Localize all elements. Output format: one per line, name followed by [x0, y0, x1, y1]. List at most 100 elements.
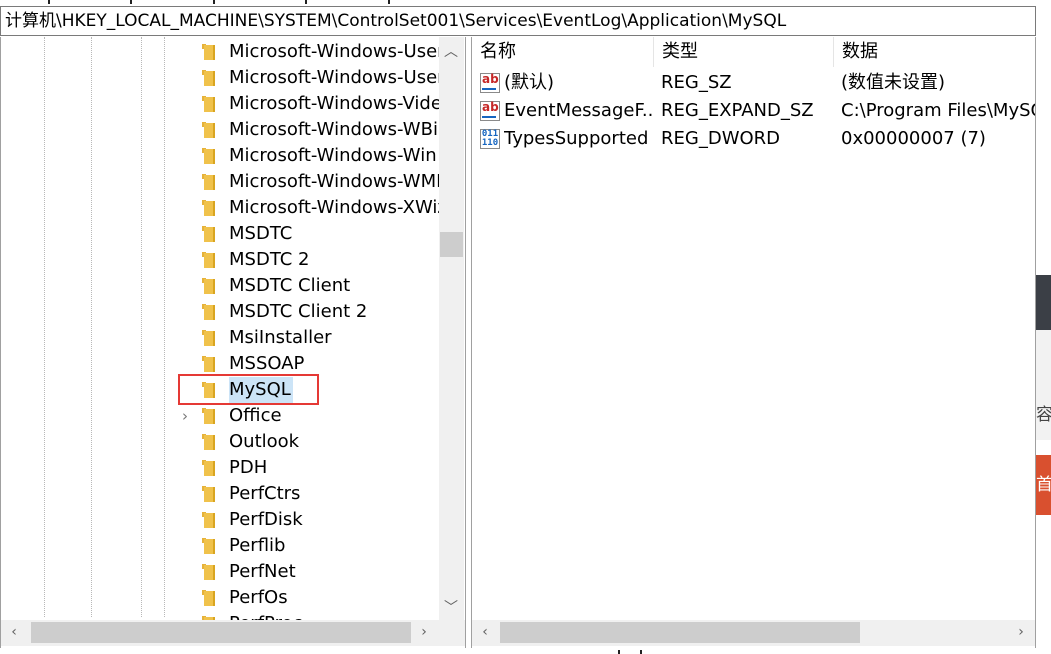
- value-row[interactable]: 011 110 TypesSupported REG_DWORD 0x000000…: [472, 125, 1035, 153]
- tree-item-label: Microsoft-Windows-User: [229, 67, 440, 88]
- value-type: REG_EXPAND_SZ: [661, 100, 814, 121]
- values-horizontal-scrollbar[interactable]: ‹ ›: [472, 620, 1035, 646]
- tree-item[interactable]: Perflib: [178, 533, 440, 559]
- column-header-data[interactable]: 数据: [834, 37, 1035, 67]
- folder-icon: [202, 538, 215, 554]
- tree-item[interactable]: MSDTC: [178, 221, 440, 247]
- chevron-down-icon[interactable]: ﹀: [440, 597, 462, 617]
- tree-item[interactable]: MSDTC Client: [178, 273, 440, 299]
- column-header-name[interactable]: 名称: [472, 37, 654, 67]
- folder-icon: [202, 122, 215, 138]
- value-type: REG_SZ: [661, 72, 732, 93]
- chevron-left-icon[interactable]: ‹: [3, 624, 25, 640]
- value-type: REG_DWORD: [661, 128, 781, 149]
- tree-item-label: Perflib: [229, 535, 286, 556]
- folder-icon: [202, 174, 215, 190]
- value-name: TypesSupported: [504, 128, 649, 149]
- chevron-right-icon[interactable]: ›: [1010, 624, 1032, 640]
- chevron-up-icon[interactable]: ︿: [440, 41, 462, 61]
- tree-item-label: Microsoft-Windows-WMI: [229, 171, 440, 192]
- tree-item[interactable]: Microsoft-Windows-Win: [178, 143, 440, 169]
- tree-item-label: Outlook: [229, 431, 300, 452]
- value-row[interactable]: ab EventMessageF... REG_EXPAND_SZ C:\Pro…: [472, 97, 1035, 125]
- folder-icon: [202, 486, 215, 502]
- folder-icon: [202, 252, 215, 268]
- background-text: 容: [1036, 405, 1051, 425]
- tree-guide-line: [44, 37, 45, 617]
- folder-icon: [202, 434, 215, 450]
- values-horizontal-scroll-thumb[interactable]: [500, 622, 860, 643]
- folder-icon: [202, 200, 215, 216]
- tree-item[interactable]: › Office: [178, 403, 440, 429]
- tree-guide-line: [91, 37, 92, 617]
- folder-icon: [202, 356, 215, 372]
- folder-icon: [202, 304, 215, 320]
- tree-item[interactable]: Microsoft-Windows-User: [178, 39, 440, 65]
- desktop-background-strip: 容 首: [1036, 0, 1051, 654]
- tree-item[interactable]: PDH: [178, 455, 440, 481]
- expand-arrow-icon[interactable]: ›: [182, 403, 188, 429]
- folder-icon: [202, 460, 215, 476]
- tree-item-label: MSDTC 2: [229, 249, 310, 270]
- tree-item[interactable]: PerfOs: [178, 585, 440, 611]
- value-name: EventMessageF...: [504, 100, 652, 121]
- values-pane: 名称 类型 数据 ab (默认) REG_SZ (数值未设置) ab Event…: [471, 37, 1036, 648]
- tree-item[interactable]: PerfCtrs: [178, 481, 440, 507]
- string-value-icon: ab: [480, 101, 500, 121]
- address-bar[interactable]: 计算机\HKEY_LOCAL_MACHINE\SYSTEM\ControlSet…: [0, 6, 1036, 36]
- folder-icon: [202, 564, 215, 580]
- tree-item-label: MsiInstaller: [229, 327, 332, 348]
- tree-item[interactable]: Microsoft-Windows-WMI: [178, 169, 440, 195]
- folder-icon: [202, 590, 215, 606]
- string-value-icon: ab: [480, 73, 500, 93]
- tree-item-label: MSDTC: [229, 223, 293, 244]
- chevron-left-icon[interactable]: ‹: [474, 624, 496, 640]
- folder-icon: [202, 226, 215, 242]
- tree-item[interactable]: MSDTC 2: [178, 247, 440, 273]
- folder-icon: [202, 512, 215, 528]
- value-row[interactable]: ab (默认) REG_SZ (数值未设置): [472, 69, 1035, 97]
- tree-item-label: Office: [229, 405, 282, 426]
- tree-item-label: PerfDisk: [229, 509, 303, 530]
- tree-item[interactable]: Microsoft-Windows-User: [178, 65, 440, 91]
- tree-horizontal-scrollbar[interactable]: ‹ ›: [1, 620, 465, 646]
- folder-icon: [202, 70, 215, 86]
- tree-item-label: Microsoft-Windows-Win: [229, 145, 437, 166]
- tree-horizontal-scroll-thumb[interactable]: [31, 622, 411, 643]
- folder-icon: [202, 148, 215, 164]
- column-headers: 名称 类型 数据: [472, 37, 1035, 67]
- bottom-window-edge: [0, 648, 1036, 654]
- tree-item-label: Microsoft-Windows-Video: [229, 93, 440, 114]
- tree-item[interactable]: Microsoft-Windows-WBiometric: [178, 117, 440, 143]
- tree-item[interactable]: Microsoft-Windows-Video: [178, 91, 440, 117]
- folder-icon: [202, 330, 215, 346]
- tree-item[interactable]: MSDTC Client 2: [178, 299, 440, 325]
- tree-item-label: PerfOs: [229, 587, 288, 608]
- background-text: 首: [1036, 475, 1051, 495]
- tree-item-label: PDH: [229, 457, 268, 478]
- tree-guide-line: [164, 37, 165, 617]
- key-tree-pane: Microsoft-Windows-User Microsoft-Windows-…: [0, 37, 466, 648]
- folder-icon: [202, 44, 215, 60]
- folder-icon: [202, 278, 215, 294]
- tree-item[interactable]: PerfDisk: [178, 507, 440, 533]
- tree-vertical-scrollbar[interactable]: ︿ ﹀: [439, 37, 464, 620]
- tree-guide-line: [141, 37, 142, 617]
- tree-item-label: Microsoft-Windows-XWizard: [229, 197, 440, 218]
- tree-item[interactable]: PerfNet: [178, 559, 440, 585]
- tree-item[interactable]: MsiInstaller: [178, 325, 440, 351]
- value-data: 0x00000007 (7): [841, 128, 986, 149]
- tree-item[interactable]: Microsoft-Windows-XWizard: [178, 195, 440, 221]
- tree-vertical-scroll-thumb[interactable]: [440, 232, 463, 257]
- value-data: (数值未设置): [841, 72, 946, 93]
- tree-item-label: PerfCtrs: [229, 483, 301, 504]
- binary-value-icon: 011 110: [480, 129, 500, 149]
- folder-icon: [202, 408, 215, 424]
- tree-item-label: PerfNet: [229, 561, 296, 582]
- tree-item[interactable]: Outlook: [178, 429, 440, 455]
- column-header-type[interactable]: 类型: [654, 37, 834, 67]
- tree-item-label: MSDTC Client 2: [229, 301, 368, 322]
- background-window-edge: [1036, 275, 1051, 330]
- chevron-right-icon[interactable]: ›: [413, 624, 435, 640]
- tree-item-label: MSDTC Client: [229, 275, 351, 296]
